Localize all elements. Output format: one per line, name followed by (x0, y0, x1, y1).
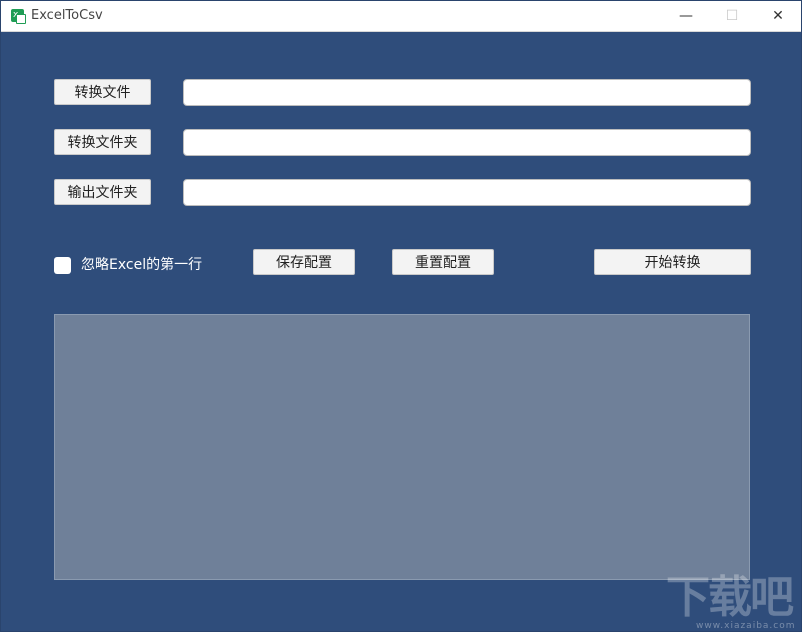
app-window: x ExcelToCsv — ☐ ✕ 转换文件 转换文件夹 输出文件夹 忽略Ex… (0, 0, 802, 632)
output-folder-button[interactable]: 输出文件夹 (54, 179, 151, 205)
convert-file-input[interactable] (183, 79, 751, 106)
window-title: ExcelToCsv (31, 8, 103, 23)
watermark-url: www.xiazaiba.com (696, 621, 796, 631)
minimize-button[interactable]: — (663, 1, 709, 31)
start-convert-button[interactable]: 开始转换 (594, 249, 751, 275)
save-config-button[interactable]: 保存配置 (253, 249, 355, 275)
skip-first-row-checkbox[interactable] (54, 257, 71, 274)
excel-app-icon: x (11, 9, 26, 24)
convert-file-button[interactable]: 转换文件 (54, 79, 151, 105)
convert-folder-input[interactable] (183, 129, 751, 156)
title-bar[interactable]: x ExcelToCsv — ☐ ✕ (1, 1, 801, 32)
maximize-button[interactable]: ☐ (709, 1, 755, 31)
convert-folder-button[interactable]: 转换文件夹 (54, 129, 151, 155)
reset-config-button[interactable]: 重置配置 (392, 249, 494, 275)
log-output-area[interactable] (54, 314, 750, 580)
output-folder-input[interactable] (183, 179, 751, 206)
skip-first-row-label: 忽略Excel的第一行 (81, 257, 203, 273)
close-button[interactable]: ✕ (755, 1, 801, 31)
